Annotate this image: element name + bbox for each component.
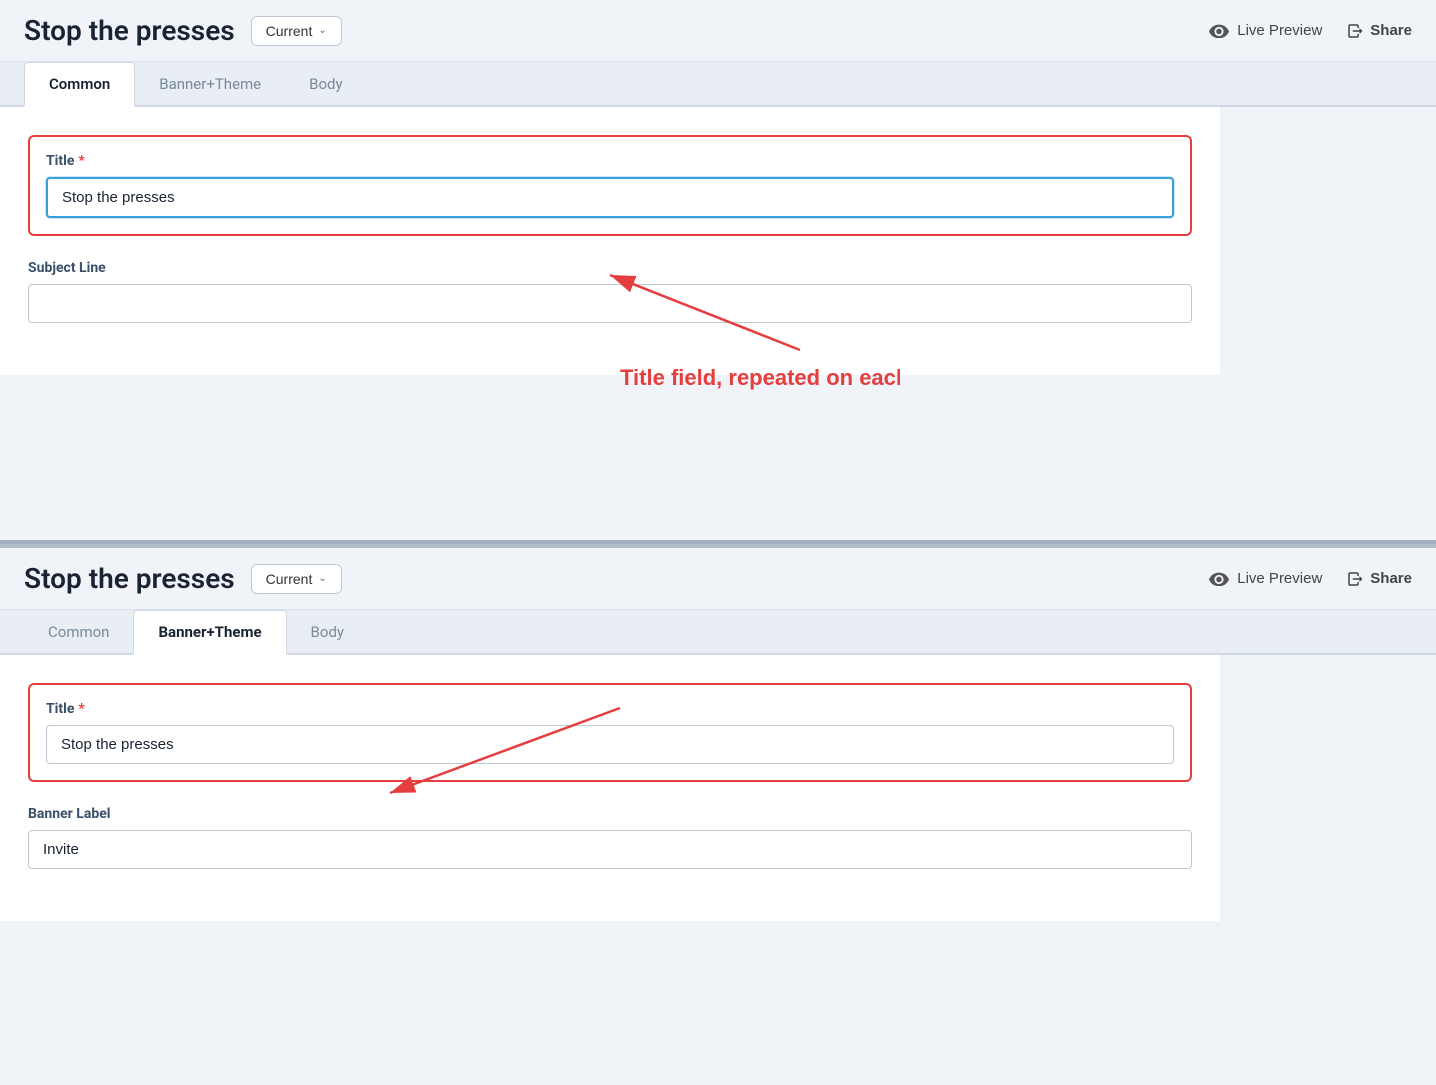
tab-common-bottom[interactable]: Common: [24, 611, 133, 655]
live-preview-label-top: Live Preview: [1237, 22, 1322, 39]
section-bottom: Stop the presses Current ⌄ Live Preview: [0, 544, 1436, 1085]
banner-label-field-group-bottom: Banner Label: [28, 806, 1192, 869]
main-container: Stop the presses Current ⌄ Live Preview: [0, 0, 1436, 1085]
live-preview-label-bottom: Live Preview: [1237, 570, 1322, 587]
version-label-top: Current: [266, 23, 313, 39]
title-label-bottom: Title *: [46, 701, 1174, 717]
required-star-bottom: *: [78, 701, 84, 717]
chevron-down-icon-bottom: ⌄: [318, 573, 326, 584]
content-area-bottom: Title * Banner Label: [0, 655, 1220, 921]
tab-banner-theme-bottom[interactable]: Banner+Theme: [133, 610, 286, 655]
title-input-top[interactable]: [46, 177, 1174, 218]
top-bar-actions-top: Live Preview Share: [1209, 22, 1412, 40]
top-bar-actions-bottom: Live Preview Share: [1209, 570, 1412, 588]
eye-icon-bottom: [1209, 572, 1229, 586]
eye-icon-top: [1209, 24, 1229, 38]
share-button-bottom[interactable]: Share: [1346, 570, 1412, 588]
title-field-group-bottom: Title *: [28, 683, 1192, 782]
title-label-top: Title *: [46, 153, 1174, 169]
banner-label-label-bottom: Banner Label: [28, 806, 1192, 822]
share-icon-bottom: [1346, 570, 1364, 588]
share-label-top: Share: [1370, 22, 1412, 39]
tab-body-bottom[interactable]: Body: [287, 611, 368, 655]
version-dropdown-bottom[interactable]: Current ⌄: [251, 564, 342, 594]
share-button-top[interactable]: Share: [1346, 22, 1412, 40]
tabs-bar-top: Common Banner+Theme Body: [0, 62, 1436, 107]
page-title-bottom: Stop the presses: [24, 562, 235, 595]
chevron-down-icon-top: ⌄: [318, 25, 326, 36]
subject-line-label-top: Subject Line: [28, 260, 1192, 276]
version-dropdown-top[interactable]: Current ⌄: [251, 16, 342, 46]
page-title-top: Stop the presses: [24, 14, 235, 47]
title-field-group-top: Title *: [28, 135, 1192, 236]
required-star-top: *: [78, 153, 84, 169]
tab-body-top[interactable]: Body: [285, 63, 366, 107]
live-preview-button-bottom[interactable]: Live Preview: [1209, 570, 1322, 587]
tab-banner-theme-top[interactable]: Banner+Theme: [135, 63, 285, 107]
subject-line-field-group-top: Subject Line: [28, 260, 1192, 323]
section-top: Stop the presses Current ⌄ Live Preview: [0, 0, 1436, 540]
version-label-bottom: Current: [266, 571, 313, 587]
top-bar-bottom: Stop the presses Current ⌄ Live Preview: [0, 548, 1436, 610]
content-area-top: Title * Subject Line: [0, 107, 1220, 375]
share-label-bottom: Share: [1370, 570, 1412, 587]
top-bar: Stop the presses Current ⌄ Live Preview: [0, 0, 1436, 62]
banner-label-input-bottom[interactable]: [28, 830, 1192, 869]
tab-common-top[interactable]: Common: [24, 62, 135, 107]
share-icon-top: [1346, 22, 1364, 40]
subject-line-input-top[interactable]: [28, 284, 1192, 323]
title-input-bottom[interactable]: [46, 725, 1174, 764]
tabs-bar-bottom: Common Banner+Theme Body: [0, 610, 1436, 655]
live-preview-button-top[interactable]: Live Preview: [1209, 22, 1322, 39]
